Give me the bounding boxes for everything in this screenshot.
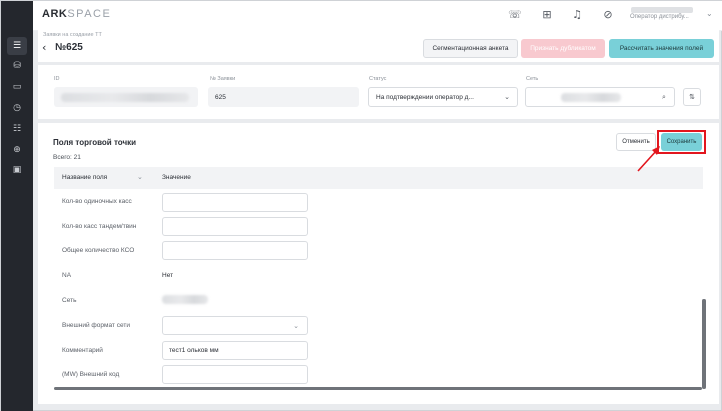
annotation-arrow-icon (637, 146, 660, 172)
app-window: ☰ ⛁ ▭ ◷ ☷ ⊕ ▣ ARKSPACE ☏ ⊞ ♫ ⊘ Оператор … (0, 0, 722, 411)
